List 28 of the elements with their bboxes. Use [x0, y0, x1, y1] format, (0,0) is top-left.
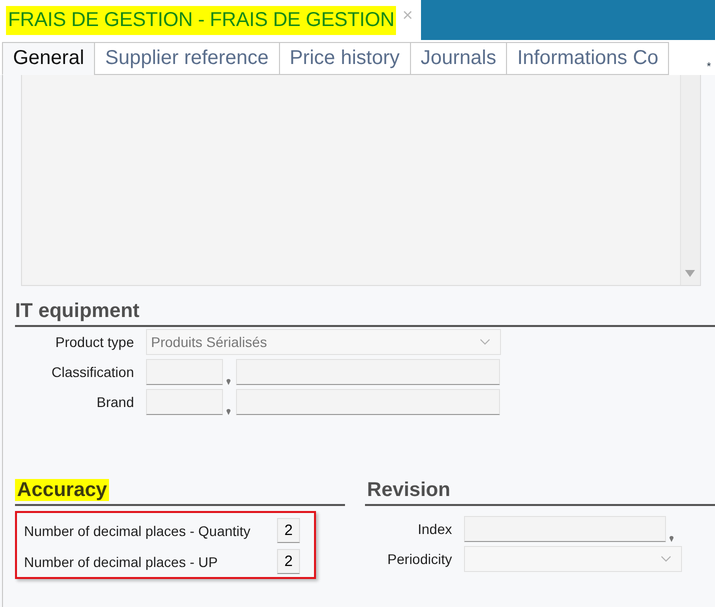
number-field[interactable]: 2: [277, 549, 300, 574]
code-field[interactable]: [146, 389, 223, 415]
section-heading: Revision: [366, 479, 452, 501]
pin-icon[interactable]: [226, 408, 231, 415]
tab[interactable]: Supplier reference: [94, 42, 280, 75]
field-label: Classification: [50, 364, 135, 380]
index-field[interactable]: [464, 516, 666, 542]
field-label: Number of decimal places - UP: [24, 554, 218, 570]
field-label: Brand: [96, 394, 135, 410]
tab[interactable]: Price history: [278, 42, 411, 75]
field-label: Index: [416, 521, 453, 537]
scroll-down-icon[interactable]: [685, 270, 695, 277]
window-title: FRAIS DE GESTION - FRAIS DE GESTION: [6, 6, 396, 34]
scrollbar[interactable]: [680, 75, 700, 285]
section-heading: IT equipment: [15, 300, 715, 327]
number-field[interactable]: 2: [277, 518, 300, 543]
code-field[interactable]: [146, 359, 223, 385]
field-label: Number of decimal places - Quantity: [24, 522, 250, 538]
pin-icon[interactable]: [669, 535, 674, 542]
chevron-down-icon[interactable]: [661, 556, 671, 562]
field-label: Periodicity: [386, 551, 453, 567]
tab[interactable]: General: [2, 42, 96, 75]
required-mark: *: [706, 61, 711, 73]
section-heading: Accuracy: [15, 479, 110, 501]
tab[interactable]: Informations Co: [506, 42, 670, 75]
field-label: Product type: [54, 334, 135, 350]
tab[interactable]: Journals: [410, 42, 508, 75]
pin-icon[interactable]: [226, 378, 231, 385]
